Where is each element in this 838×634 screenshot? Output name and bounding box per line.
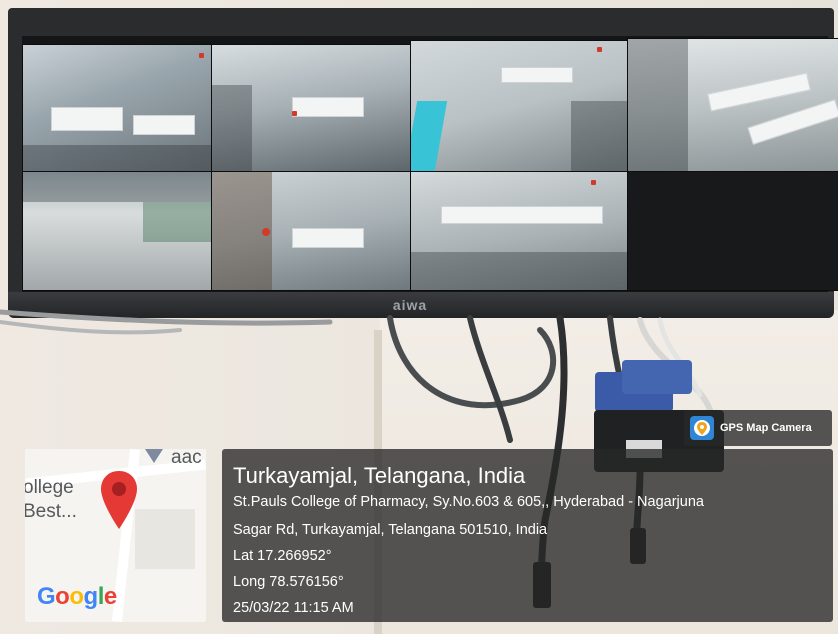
map-thumbnail: aac ollege Best... Google <box>25 449 206 622</box>
google-logo: Google <box>37 583 117 610</box>
map-label: Best... <box>25 501 77 522</box>
latitude: Lat 17.266952° <box>233 548 332 564</box>
map-block <box>135 509 195 569</box>
cable <box>467 315 513 443</box>
location-pin-icon <box>101 471 137 529</box>
longitude: Long 78.576156° <box>233 574 344 590</box>
map-label: ollege <box>25 477 74 498</box>
datetime-stamp: 25/03/22 11:15 AM <box>233 600 354 616</box>
badge-label: GPS Map Camera <box>720 422 812 434</box>
cable <box>0 309 333 326</box>
cable <box>0 320 182 335</box>
vga-connector <box>622 360 692 394</box>
gps-camera-icon <box>690 416 714 440</box>
address-line-2: Sagar Rd, Turkayamjal, Telangana 501510,… <box>233 522 548 538</box>
map-label: aac <box>171 449 202 468</box>
map-direction-icon <box>145 449 163 463</box>
location-title: Turkayamjal, Telangana, India <box>233 463 526 488</box>
address-line-1: St.Pauls College of Pharmacy, Sy.No.603 … <box>233 494 704 510</box>
